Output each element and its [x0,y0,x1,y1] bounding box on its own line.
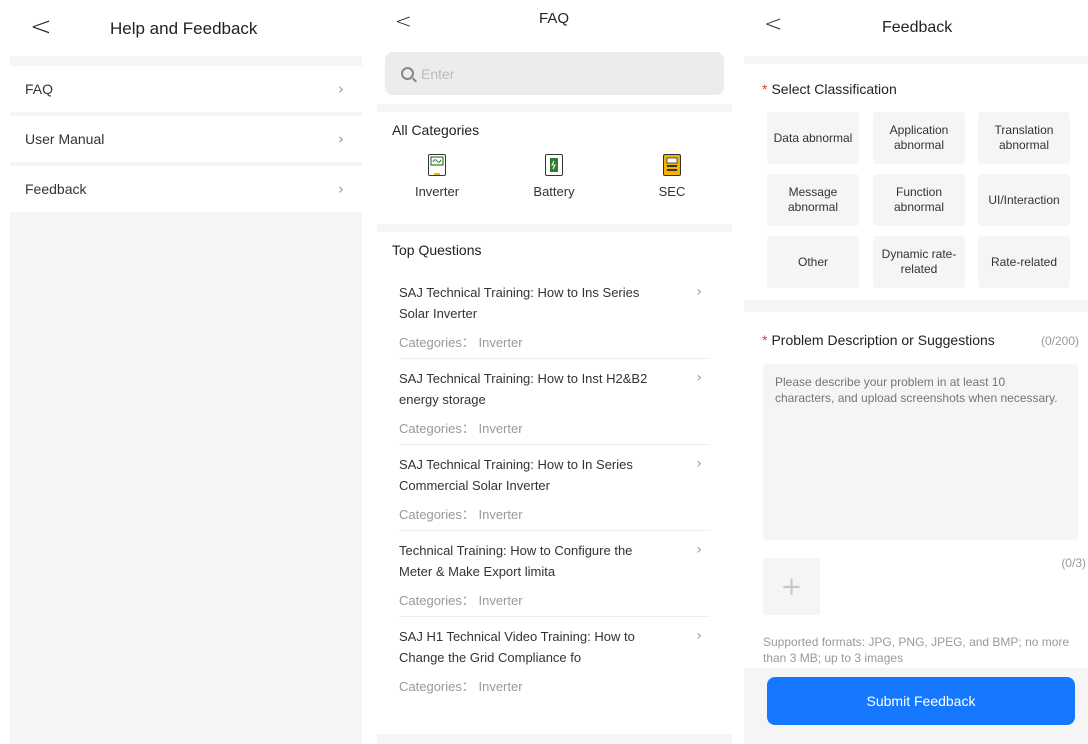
chevron-right-icon: › [696,542,702,558]
section-title: All Categories [392,122,480,138]
page-title: Feedback [882,19,953,36]
question-title: SAJ Technical Training: How to Ins Serie… [399,285,640,321]
description-section: * Problem Description or Suggestions (0/2… [744,312,1088,668]
section-title: * Select Classification [762,81,897,97]
question-item[interactable]: SAJ Technical Training: How to Inst H2&B… [377,362,732,448]
classification-chip[interactable]: Other [767,236,859,288]
menu-item-label: FAQ [25,81,54,97]
classification-chip[interactable]: Function abnormal [873,174,965,226]
divider [399,358,710,359]
chevron-right-icon: › [696,628,702,644]
classification-chip[interactable]: Translation abnormal [978,112,1070,164]
feedback-navbar: < Feedback [744,0,1088,56]
description-label: Problem Description or Suggestions [771,332,995,348]
chevron-right-icon: › [696,456,702,472]
sec-icon [663,154,681,176]
question-category: Categories： Inverter [399,335,523,350]
question-item[interactable]: SAJ H1 Technical Video Training: How to … [377,620,732,706]
divider [399,530,710,531]
classification-chip[interactable]: Application abnormal [873,112,965,164]
search-placeholder: Enter [421,65,455,82]
page-title: FAQ [539,10,570,27]
category-sec[interactable]: SEC [632,154,712,199]
menu-item-faq[interactable]: FAQ › [10,66,362,112]
question-category: Categories： Inverter [399,421,523,436]
menu-item-label: Feedback [25,181,87,197]
back-icon[interactable]: < [30,14,52,40]
category-label: SEC [658,184,686,199]
section-title: Top Questions [392,242,482,258]
category-battery[interactable]: Battery [514,154,594,199]
formats-note: Supported formats: JPG, PNG, JPEG, and B… [763,635,1070,665]
classification-chip[interactable]: Message abnormal [767,174,859,226]
classification-label: Select Classification [771,81,897,97]
classification-chip[interactable]: Rate-related [978,236,1070,288]
question-category: Categories： Inverter [399,679,523,694]
chevron-right-icon: › [338,130,344,148]
category-label: Inverter [414,184,460,199]
question-title: SAJ Technical Training: How to In Series… [399,457,633,493]
add-image-button[interactable]: + [763,558,820,615]
divider [399,616,710,617]
submit-feedback-button[interactable]: Submit Feedback [767,677,1075,725]
faq-screen: < FAQ Enter All Categories Inverter Batt… [377,0,732,744]
category-label: Battery [533,184,575,199]
required-marker: * [762,332,768,348]
feedback-screen: < Feedback * Select Classification Data a… [744,0,1088,744]
classification-chip[interactable]: Dynamic rate-related [873,236,965,288]
menu-item-feedback[interactable]: Feedback › [10,166,362,212]
category-inverter[interactable]: Inverter [397,154,477,199]
required-marker: * [762,81,768,97]
chevron-right-icon: › [696,284,702,300]
chevron-right-icon: › [338,80,344,98]
help-navbar: < Help and Feedback [0,0,362,56]
search-input[interactable]: Enter [385,52,724,95]
section-title: * Problem Description or Suggestions [762,332,995,348]
menu-item-user-manual[interactable]: User Manual › [10,116,362,162]
back-icon[interactable]: < [764,12,782,38]
description-counter: (0/200) [1040,334,1079,348]
classification-section: * Select Classification Data abnormal App… [744,64,1088,300]
classification-chip[interactable]: Data abnormal [767,112,859,164]
page-title: Help and Feedback [110,19,258,38]
divider [399,444,710,445]
chevron-right-icon: › [696,370,702,386]
plus-icon: + [780,571,803,602]
image-counter: (0/3) [1061,556,1086,570]
description-textarea[interactable] [763,364,1078,540]
question-category: Categories： Inverter [399,507,523,522]
classification-chip[interactable]: UI/Interaction [978,174,1070,226]
back-icon[interactable]: < [395,8,412,34]
question-item[interactable]: Technical Training: How to Configure the… [377,534,732,620]
question-title: Technical Training: How to Configure the… [399,543,633,579]
question-item[interactable]: SAJ Technical Training: How to In Series… [377,448,732,534]
question-title: SAJ H1 Technical Video Training: How to … [399,629,635,665]
inverter-icon [428,154,446,176]
help-feedback-screen: < Help and Feedback FAQ › User Manual › … [0,0,362,744]
top-questions-section: Top Questions SAJ Technical Training: Ho… [377,232,732,734]
question-item[interactable]: SAJ Technical Training: How to Ins Serie… [377,276,732,362]
menu-item-label: User Manual [25,131,105,147]
question-category: Categories： Inverter [399,593,523,608]
faq-navbar: < FAQ Enter [377,0,732,104]
search-icon [401,67,414,80]
battery-icon [545,154,563,176]
question-title: SAJ Technical Training: How to Inst H2&B… [399,371,648,407]
categories-section: All Categories Inverter Battery SEC [377,112,732,224]
chevron-right-icon: › [338,180,344,198]
